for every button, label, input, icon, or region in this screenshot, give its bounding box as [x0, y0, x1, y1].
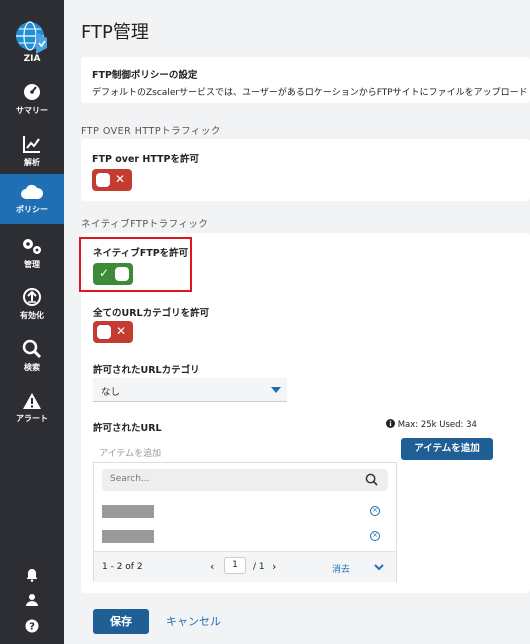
url-usage-text: Max: 25k Used: 34 [397, 420, 477, 430]
sidebar-item-admin[interactable]: 管理 [0, 230, 64, 282]
chart-icon [23, 136, 40, 153]
x-icon: ✕ [115, 324, 126, 338]
select-value: なし [101, 387, 121, 398]
sidebar-item-policy[interactable]: ポリシー [0, 174, 64, 224]
sidebar-item-activate[interactable]: 有効化 [0, 280, 64, 332]
section-native-ftp: ネイティブFTPトラフィック [81, 219, 209, 230]
cancel-button[interactable]: キャンセル [166, 613, 221, 629]
svg-text:?: ? [29, 622, 35, 633]
remove-icon[interactable]: × [370, 506, 380, 516]
chevron-right-icon[interactable]: › [272, 560, 276, 573]
chevron-left-icon[interactable]: ‹ [210, 560, 214, 573]
sidebar-item-label: ポリシー [16, 205, 48, 214]
sidebar-item-summary[interactable]: サマリー [0, 74, 64, 126]
all-url-toggle[interactable]: ✕ [93, 321, 133, 343]
add-item-button[interactable]: アイテムを追加 [401, 438, 493, 460]
redacted-url [102, 530, 154, 543]
gears-icon [23, 239, 41, 254]
url-search-input[interactable]: Search... [102, 469, 388, 491]
sidebar-item-label: 検索 [24, 363, 40, 372]
allowed-category-label: 許可されたURLカテゴリ [93, 365, 200, 376]
sidebar-item-label: 解析 [24, 158, 40, 167]
ftp-over-http-panel: FTP over HTTPを許可 ✕ [81, 139, 530, 201]
x-icon: ✕ [114, 172, 125, 186]
pager-range: 1 - 2 of 2 [102, 562, 143, 572]
policy-info-panel: FTP制御ポリシーの設定 デフォルトのZscalerサービスでは、ユーザーがある… [81, 57, 530, 103]
toggle-knob [96, 173, 110, 187]
url-add-input[interactable]: アイテムを追加 [93, 441, 397, 463]
cloud-icon [21, 184, 43, 199]
pager-total: / 1 [253, 562, 265, 572]
logo-label: ZIA [23, 54, 41, 64]
sidebar: ZIA サマリー 解析 ポリシー 管理 有効化 検索 アラート ? [0, 0, 64, 644]
bell-icon[interactable] [25, 568, 39, 582]
allowed-category-select[interactable]: なし [93, 378, 287, 402]
search-icon [22, 339, 42, 359]
sidebar-item-label: 管理 [24, 260, 40, 269]
list-item: × [102, 505, 388, 519]
search-icon[interactable] [365, 473, 378, 486]
sidebar-item-alerts[interactable]: アラート [0, 384, 64, 436]
remove-icon[interactable]: × [370, 531, 380, 541]
policy-description: デフォルトのZscalerサービスでは、ユーザーがあるロケーションからFTPサイ… [92, 88, 528, 98]
allowed-url-label: 許可されたURL [93, 423, 162, 434]
sidebar-item-label: 有効化 [20, 311, 44, 320]
ftp-over-http-label: FTP over HTTPを許可 [92, 154, 199, 165]
page-number-input[interactable]: 1 [224, 557, 246, 574]
page-title: FTP管理 [81, 22, 149, 43]
info-icon [386, 419, 395, 428]
highlight-box [79, 237, 192, 292]
user-icon[interactable] [25, 593, 39, 607]
list-item: × [102, 530, 388, 544]
url-usage-info: Max: 25k Used: 34 [386, 419, 477, 430]
chevron-down-icon[interactable] [374, 564, 384, 571]
sidebar-item-label: アラート [16, 414, 48, 423]
save-button[interactable]: 保存 [93, 609, 149, 634]
search-placeholder: Search... [110, 474, 150, 484]
policy-heading: FTP制御ポリシーの設定 [92, 70, 198, 81]
url-list-dropdown: Search... × × 1 - 2 of 2 ‹ 1 / 1 › 消去 [93, 462, 397, 582]
sidebar-item-analysis[interactable]: 解析 [0, 126, 64, 178]
ftp-over-http-toggle[interactable]: ✕ [92, 169, 132, 191]
warning-icon [23, 393, 41, 409]
zia-logo-icon[interactable] [14, 18, 50, 54]
pagination-bar: 1 - 2 of 2 ‹ 1 / 1 › 消去 [94, 551, 396, 582]
clear-button[interactable]: 消去 [332, 562, 350, 575]
upload-icon [23, 288, 41, 306]
chevron-down-icon [271, 387, 281, 393]
all-url-label: 全てのURLカテゴリを許可 [93, 308, 210, 319]
section-ftp-over-http: FTP OVER HTTPトラフィック [81, 126, 221, 137]
redacted-url [102, 505, 154, 518]
help-icon[interactable]: ? [25, 619, 39, 633]
toggle-knob [97, 325, 111, 339]
gauge-icon [24, 84, 40, 100]
sidebar-item-search[interactable]: 検索 [0, 332, 64, 384]
sidebar-item-label: サマリー [16, 106, 48, 115]
